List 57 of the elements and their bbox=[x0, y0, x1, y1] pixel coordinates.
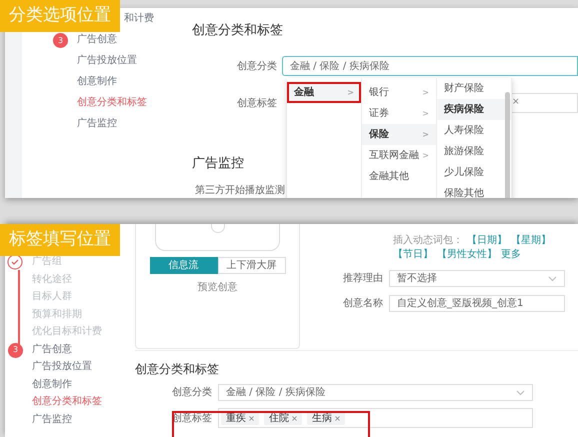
field-label: 第三方开始播放监测 bbox=[195, 184, 285, 198]
dynamic-word-link[interactable]: 【星期】 bbox=[511, 234, 551, 248]
callout-label: 标签填写位置 bbox=[0, 224, 120, 256]
scrollbar[interactable] bbox=[505, 92, 510, 198]
field-label: 创意分类 bbox=[171, 386, 213, 400]
dynamic-word-link[interactable]: 【男性女性】 bbox=[437, 248, 497, 262]
preview-tab[interactable]: 信息流 bbox=[150, 257, 218, 274]
cascader-option[interactable]: 互联网金融 > bbox=[362, 145, 436, 166]
cascader-option[interactable]: 少儿保险 bbox=[437, 162, 511, 183]
cascader-option[interactable]: 保险其他 bbox=[437, 183, 511, 198]
cascader-option[interactable]: 保险 > bbox=[362, 124, 436, 145]
sidebar-item[interactable]: 广告创意 bbox=[77, 32, 117, 48]
cascader-option[interactable]: 疾病保险 bbox=[437, 99, 511, 120]
sidebar-item[interactable]: 广告投放位置 bbox=[32, 359, 92, 375]
cascader-option[interactable]: 金融其他 bbox=[362, 166, 436, 187]
sidebar-item[interactable]: 创意制作 bbox=[32, 376, 72, 392]
preview-link[interactable]: 预览创意 bbox=[198, 280, 238, 295]
field-label: 创意名称 bbox=[342, 296, 384, 311]
sidebar-item[interactable]: 创意制作 bbox=[77, 74, 117, 90]
close-icon[interactable] bbox=[249, 416, 254, 420]
callout-label: 分类选项位置 bbox=[0, 0, 120, 32]
sidebar-item[interactable]: 和计费 bbox=[124, 11, 154, 27]
category-select[interactable]: 金融 / 保险 / 疾病保险 bbox=[218, 384, 533, 401]
dynamic-words-label: 插入动态词包： bbox=[393, 234, 463, 248]
cascader-option[interactable]: 银行 > bbox=[362, 82, 436, 103]
preview-tab[interactable]: 上下滑大屏 bbox=[218, 257, 286, 274]
dynamic-word-link[interactable]: 【日期】 bbox=[467, 234, 507, 248]
chevron-down-icon bbox=[516, 390, 525, 396]
field-label: 推荐理由 bbox=[342, 272, 384, 286]
tags-field[interactable]: 重疾 住院 生病 bbox=[218, 408, 533, 428]
dynamic-word-link[interactable]: 【节日】 bbox=[393, 248, 433, 262]
step-badge: 3 bbox=[8, 342, 23, 358]
cascader-option[interactable]: 金融 > bbox=[287, 82, 361, 103]
sidebar-item[interactable]: 广告创意 bbox=[32, 342, 72, 358]
close-icon[interactable] bbox=[292, 416, 297, 420]
name-field[interactable]: 自定义创意_竖版视频_创意1 bbox=[389, 295, 565, 312]
chevron-down-icon bbox=[548, 276, 557, 282]
cascader-option[interactable]: 证券 > bbox=[362, 103, 436, 124]
sidebar-item[interactable]: 创意分类和标签 bbox=[77, 95, 147, 111]
reason-select[interactable]: 暂不选择 bbox=[389, 270, 565, 287]
close-icon[interactable]: × bbox=[512, 96, 520, 110]
category-field[interactable]: 金融 / 保险 / 疾病保险 bbox=[282, 56, 578, 76]
sidebar-item[interactable]: 广告监控 bbox=[77, 116, 117, 132]
field-label: 创意分类 bbox=[236, 60, 278, 74]
sidebar-item[interactable]: 广告投放位置 bbox=[77, 53, 137, 69]
cascader-option[interactable]: 财产保险 bbox=[437, 78, 511, 99]
section-heading: 创意分类和标签 bbox=[192, 22, 284, 40]
sidebar-item[interactable]: 广告监控 bbox=[32, 412, 72, 428]
close-icon[interactable] bbox=[335, 416, 340, 420]
section-heading: 广告监控 bbox=[192, 155, 244, 173]
dynamic-word-link[interactable]: 更多 bbox=[501, 248, 521, 262]
step-badge: 3 bbox=[53, 33, 68, 48]
cascader-option[interactable]: 旅游保险 bbox=[437, 141, 511, 162]
sidebar-item[interactable]: 创意分类和标签 bbox=[32, 394, 102, 410]
section-heading: 创意分类和标签 bbox=[135, 361, 220, 378]
field-label: 创意标签 bbox=[236, 96, 278, 110]
cascader-option[interactable]: 人寿保险 bbox=[437, 120, 511, 141]
